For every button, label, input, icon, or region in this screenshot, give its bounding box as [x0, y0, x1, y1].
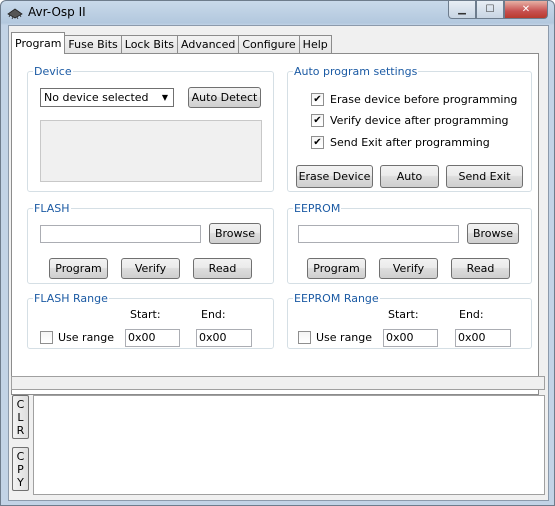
clear-log-button[interactable]: C L R [12, 395, 29, 439]
eeprom-read-button[interactable]: Read [451, 258, 510, 279]
verify-after-label: Verify device after programming [330, 114, 509, 127]
eeprom-range-legend: EEPROM Range [294, 292, 379, 305]
tab-lock-bits[interactable]: Lock Bits [120, 35, 178, 54]
flash-read-button[interactable]: Read [193, 258, 252, 279]
flash-start-label: Start: [130, 308, 161, 321]
copy-log-button[interactable]: C P Y [12, 447, 29, 491]
eeprom-use-range-label: Use range [316, 331, 373, 344]
maximize-button[interactable]: ☐ [476, 1, 504, 19]
progress-bar [11, 376, 545, 390]
erase-before-label: Erase device before programming [330, 93, 518, 106]
flash-file-input[interactable] [40, 225, 201, 243]
flash-start-input[interactable]: 0x00 [125, 329, 180, 347]
eeprom-browse-button[interactable]: Browse [467, 223, 519, 244]
eeprom-verify-button[interactable]: Verify [379, 258, 438, 279]
eeprom-end-input[interactable]: 0x00 [455, 329, 511, 347]
send-exit-label: Send Exit after programming [330, 136, 490, 149]
eeprom-start-label: Start: [388, 308, 419, 321]
device-select-value: No device selected [44, 91, 149, 104]
send-exit-checkbox[interactable]: ✔ [311, 136, 324, 149]
device-legend: Device [34, 65, 72, 78]
tab-strip: Program Fuse Bits Lock Bits Advanced Con… [11, 32, 332, 54]
device-select[interactable]: No device selected ▼ [40, 88, 174, 107]
auto-button[interactable]: Auto [380, 165, 439, 188]
title-bar[interactable]: Avr-Osp II ▁ ☐ ✕ [1, 1, 554, 25]
auto-program-legend: Auto program settings [294, 65, 418, 78]
minimize-button[interactable]: ▁ [448, 1, 476, 19]
flash-verify-button[interactable]: Verify [121, 258, 180, 279]
flash-range-legend: FLASH Range [34, 292, 108, 305]
close-button[interactable]: ✕ [504, 1, 548, 19]
auto-detect-button[interactable]: Auto Detect [188, 87, 261, 108]
eeprom-file-input[interactable] [298, 225, 459, 243]
verify-after-checkbox[interactable]: ✔ [311, 114, 324, 127]
flash-legend: FLASH [34, 202, 70, 215]
minimize-icon: ▁ [458, 4, 466, 15]
flash-end-label: End: [201, 308, 226, 321]
app-window: Avr-Osp II ▁ ☐ ✕ Program Fuse Bits Lock … [0, 0, 555, 506]
flash-browse-button[interactable]: Browse [209, 223, 261, 244]
eeprom-legend: EEPROM [294, 202, 341, 215]
program-tab-panel: Device No device selected ▼ Auto Detect … [11, 53, 539, 395]
eeprom-program-button[interactable]: Program [307, 258, 366, 279]
log-textarea[interactable] [33, 395, 545, 495]
erase-device-button[interactable]: Erase Device [296, 165, 373, 188]
eeprom-end-label: End: [459, 308, 484, 321]
eeprom-use-range-checkbox[interactable] [298, 331, 311, 344]
device-info-box [40, 120, 262, 182]
flash-end-input[interactable]: 0x00 [196, 329, 252, 347]
tab-fuse-bits[interactable]: Fuse Bits [64, 35, 122, 54]
flash-use-range-label: Use range [58, 331, 115, 344]
maximize-icon: ☐ [485, 4, 495, 15]
close-icon: ✕ [521, 4, 531, 15]
flash-program-button[interactable]: Program [49, 258, 108, 279]
chip-icon [7, 8, 23, 20]
send-exit-button[interactable]: Send Exit [446, 165, 523, 188]
tab-help[interactable]: Help [298, 35, 332, 54]
client-area: Program Fuse Bits Lock Bits Advanced Con… [8, 25, 549, 501]
eeprom-start-input[interactable]: 0x00 [383, 329, 438, 347]
window-title: Avr-Osp II [28, 5, 86, 19]
tab-configure[interactable]: Configure [238, 35, 300, 54]
erase-before-checkbox[interactable]: ✔ [311, 93, 324, 106]
flash-use-range-checkbox[interactable] [40, 331, 53, 344]
tab-advanced[interactable]: Advanced [177, 35, 240, 54]
chevron-down-icon: ▼ [161, 93, 169, 102]
tab-program[interactable]: Program [11, 32, 66, 54]
